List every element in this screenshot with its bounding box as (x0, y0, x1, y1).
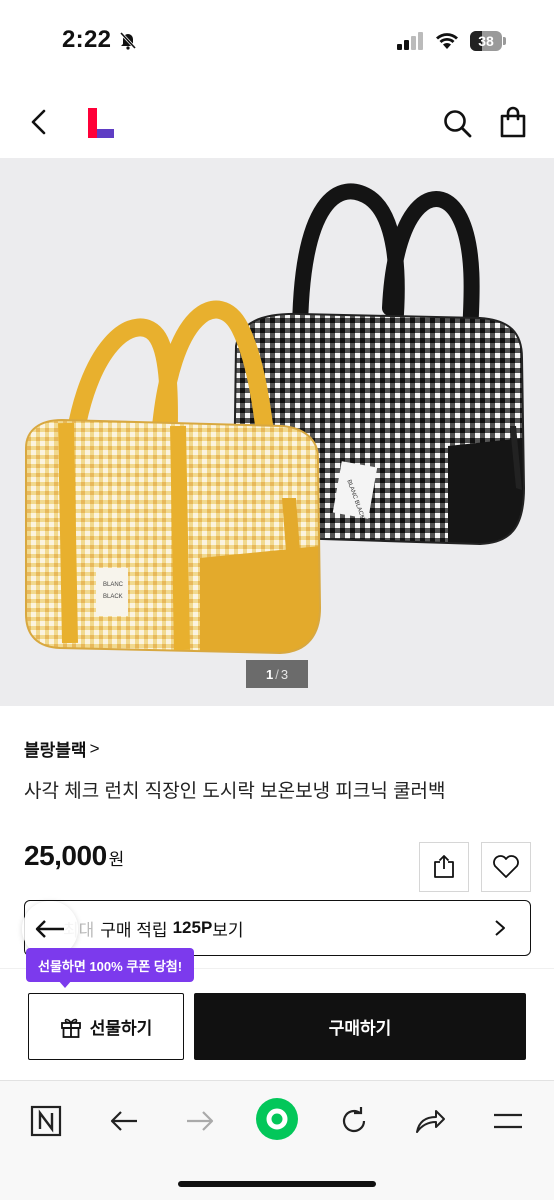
svg-text:BLANC: BLANC (103, 582, 124, 588)
brand-name: 블랑블랙 (24, 741, 87, 760)
product-title: 사각 체크 런치 직장인 도시락 보온보냉 피크닉 쿨러백 (24, 781, 446, 802)
chevron-right-icon (495, 920, 505, 936)
naver-n-icon[interactable] (26, 1101, 66, 1141)
brand-link[interactable]: 블랑블랙 > (24, 736, 100, 761)
status-time: 2:22 (62, 26, 112, 53)
image-counter-total: 3 (280, 666, 289, 682)
logo[interactable] (88, 108, 114, 138)
reload-icon[interactable] (334, 1101, 374, 1141)
product-image[interactable]: BLANC BLACK BLANC BLACK 1 / 3 (0, 158, 554, 706)
bell-off-icon (119, 31, 137, 50)
battery-level: 38 (478, 33, 494, 49)
share-button[interactable] (419, 842, 469, 892)
gift-label: 선물하기 (89, 1019, 153, 1038)
price: 25,000 원 (24, 840, 124, 872)
menu-icon[interactable] (488, 1101, 528, 1141)
points-amount: 125P (172, 918, 213, 937)
product-photo: BLANC BLACK BLANC BLACK (25, 183, 526, 655)
image-counter-separator: / (275, 666, 279, 682)
image-counter-current: 1 (265, 666, 274, 682)
home-indicator (178, 1181, 376, 1187)
app-header (0, 84, 554, 158)
status-bar: 2:22 38 (0, 0, 554, 84)
forward-arrow-icon[interactable] (180, 1101, 220, 1141)
points-label: 구매 적립 (100, 920, 168, 940)
wish-button[interactable] (481, 842, 531, 892)
back-arrow-icon[interactable] (104, 1101, 144, 1141)
green-home-icon[interactable] (253, 1095, 301, 1143)
search-icon[interactable] (442, 108, 472, 138)
share-icon (434, 855, 454, 878)
coupon-badge: 선물하면 100% 쿠폰 당첨! (26, 948, 195, 982)
heart-icon (493, 855, 519, 878)
back-icon[interactable] (24, 106, 56, 138)
price-unit: 원 (108, 850, 125, 869)
share-arrow-icon[interactable] (410, 1101, 450, 1141)
gift-button[interactable]: 선물하기 (28, 993, 184, 1060)
buy-label: 구매하기 (328, 1019, 392, 1038)
battery-icon: 38 (470, 31, 506, 51)
image-counter: 1 / 3 (246, 660, 308, 688)
cart-icon[interactable] (498, 106, 528, 138)
wifi-icon (436, 33, 458, 49)
arrow-left-icon (35, 920, 64, 938)
price-value: 25,000 (24, 840, 107, 871)
brand-chevron: > (89, 738, 100, 758)
gift-icon (60, 1018, 81, 1038)
svg-text:BLACK: BLACK (103, 594, 123, 600)
signal-icon (397, 32, 423, 50)
points-suffix: 보기 (212, 920, 244, 940)
buy-button[interactable]: 구매하기 (194, 993, 526, 1060)
coupon-badge-tail (58, 980, 72, 988)
